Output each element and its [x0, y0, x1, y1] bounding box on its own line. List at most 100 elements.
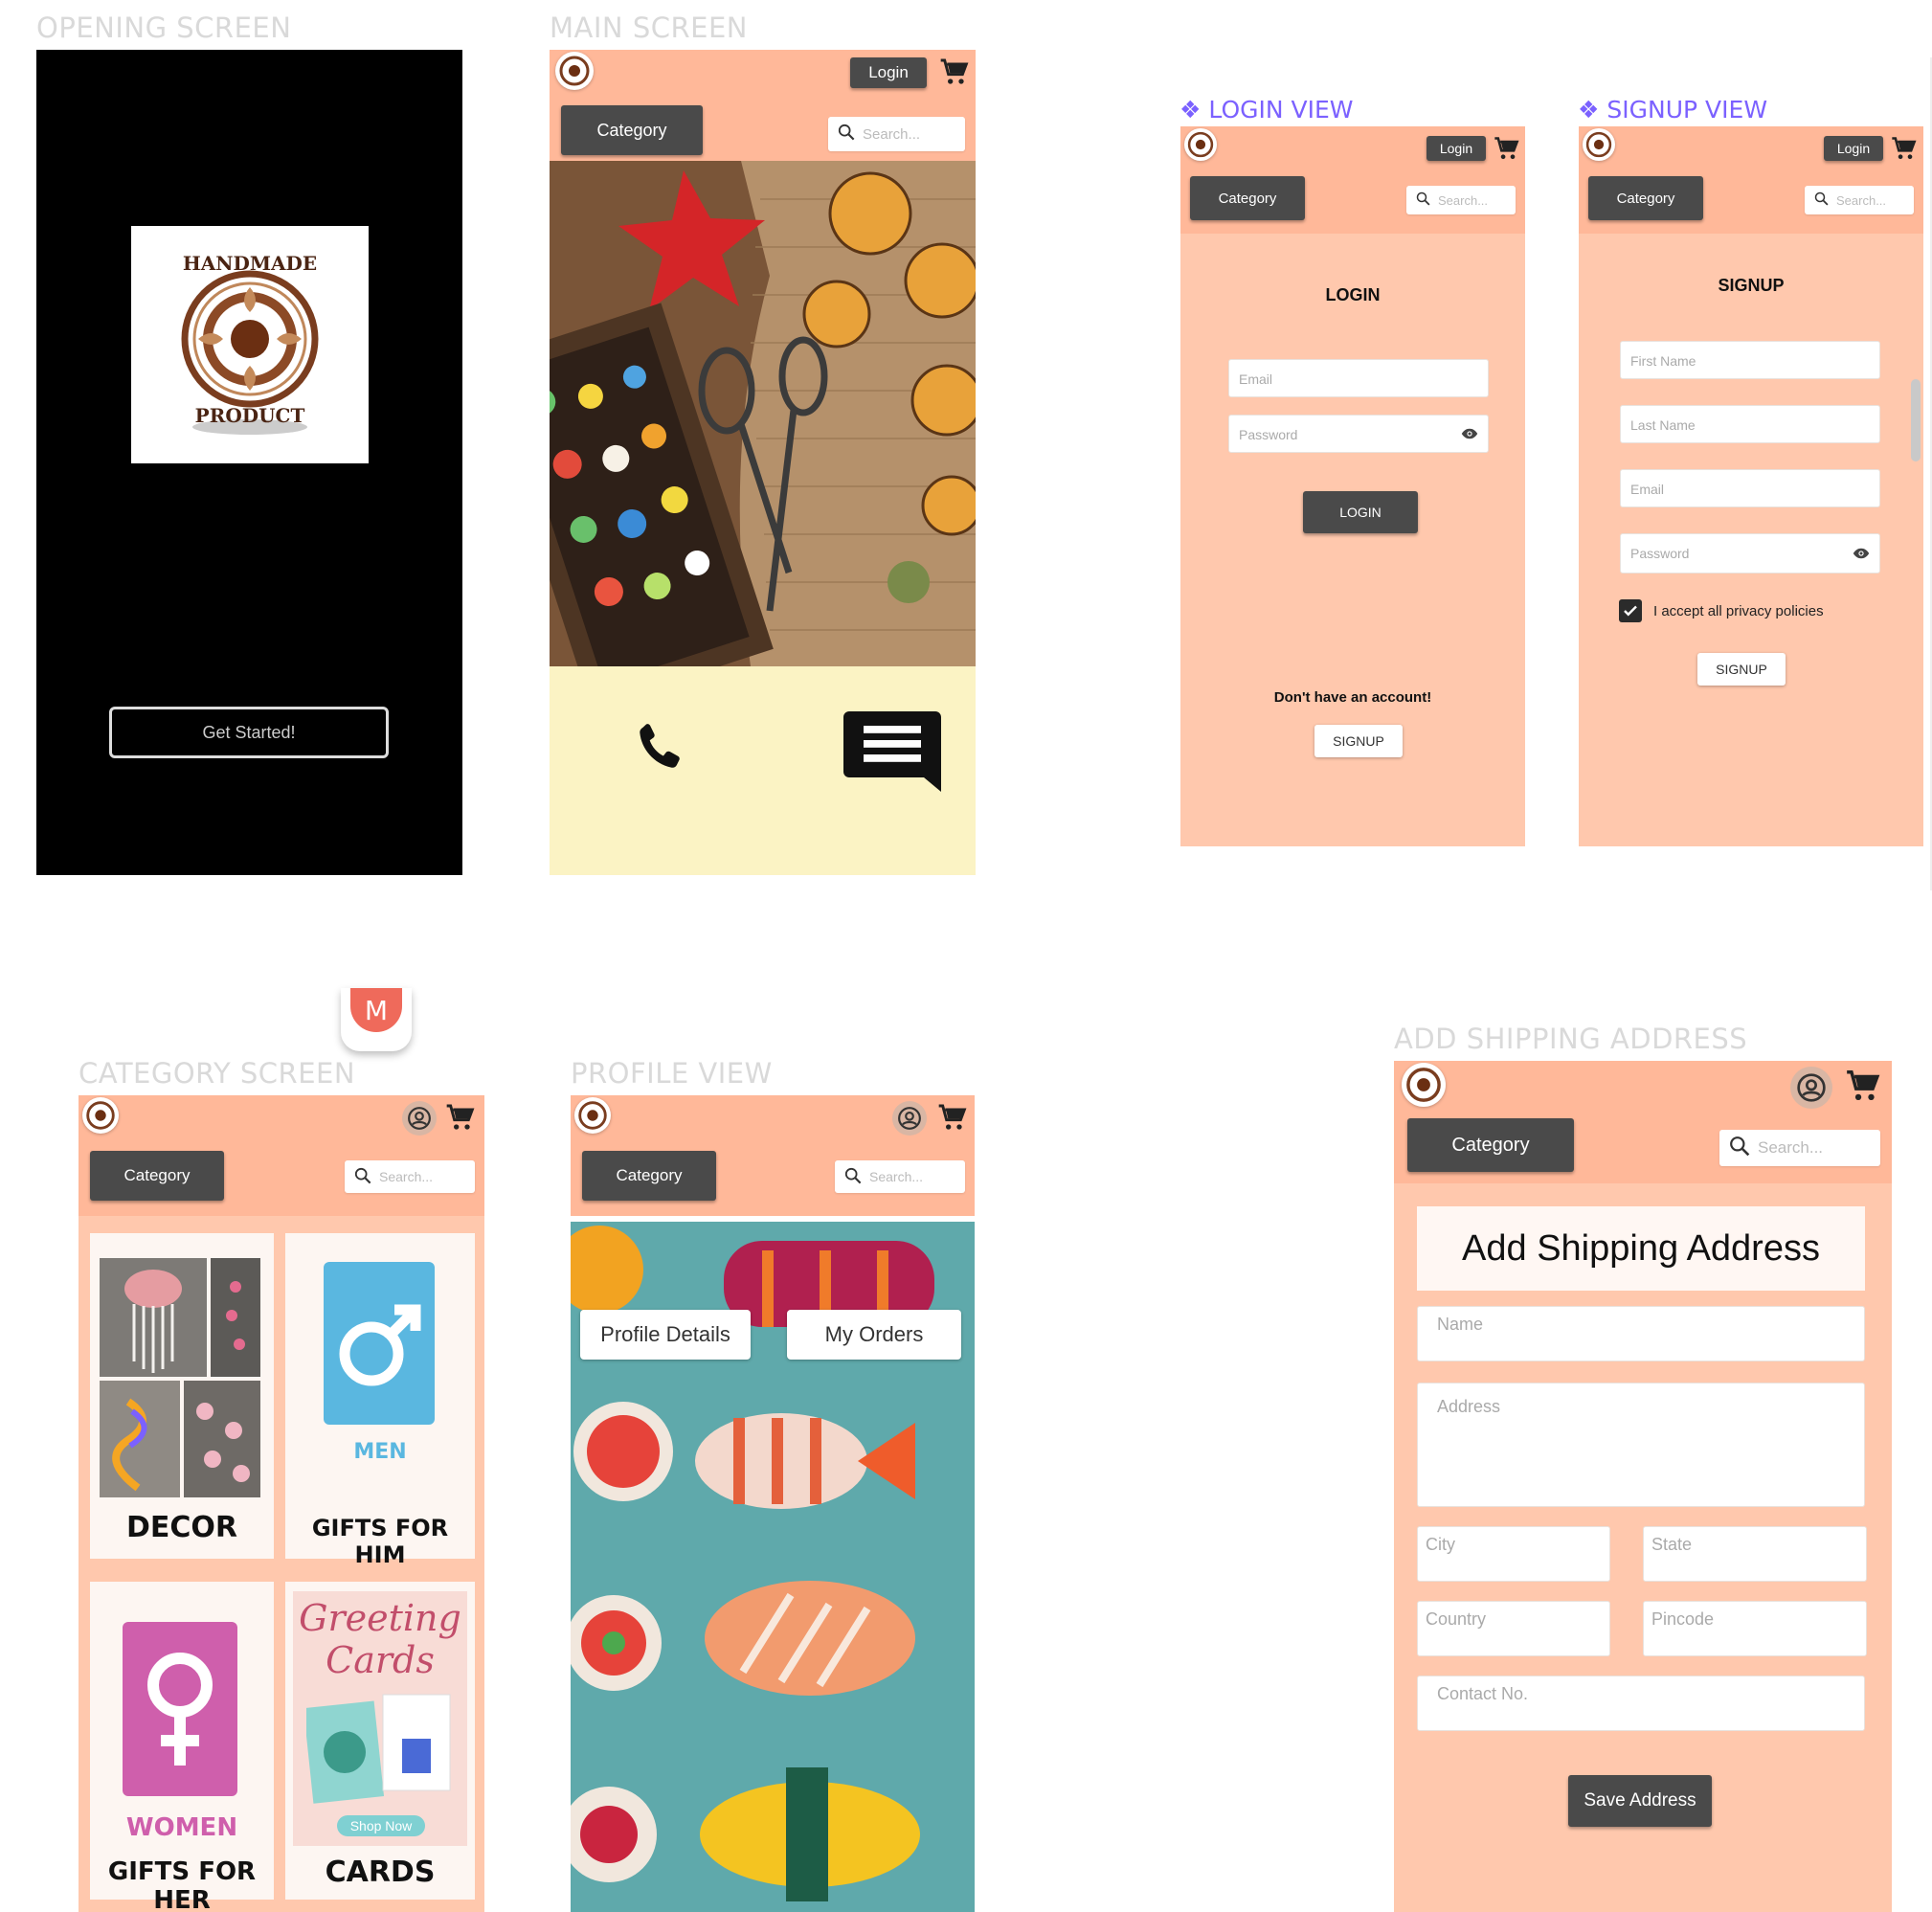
category-button[interactable]: Category	[1588, 176, 1703, 220]
main-screen: Login Category Search...	[550, 50, 976, 875]
cart-icon[interactable]	[444, 1101, 475, 1134]
contact-footer	[550, 666, 976, 875]
search-input[interactable]: Search...	[828, 117, 965, 151]
logo-bottom-text: PRODUCT	[195, 404, 305, 427]
contact-field[interactable]: Contact No.	[1417, 1676, 1865, 1731]
main-screen-label: MAIN SCREEN	[550, 11, 748, 44]
brand-logo: HANDMADE PRODUCT	[131, 226, 369, 463]
app-logo-icon[interactable]	[574, 1097, 611, 1134]
search-input[interactable]: Search...	[1805, 186, 1914, 214]
state-field[interactable]: State	[1643, 1526, 1867, 1582]
password-field[interactable]: Password	[1228, 415, 1489, 453]
message-icon[interactable]	[841, 709, 944, 799]
pincode-field[interactable]: Pincode	[1643, 1601, 1867, 1656]
women-badge	[123, 1622, 237, 1796]
login-button[interactable]: Login	[850, 57, 927, 88]
cart-icon[interactable]	[1890, 134, 1917, 163]
female-symbol-icon	[147, 1653, 213, 1766]
city-field[interactable]: City	[1417, 1526, 1610, 1582]
user-icon[interactable]	[402, 1101, 437, 1136]
privacy-checkbox[interactable]	[1619, 599, 1642, 622]
password-placeholder: Password	[1239, 427, 1298, 442]
category-screen: Category Search... DECOR MEN GIFTS FOR H…	[79, 1095, 484, 1912]
shop-now-button[interactable]: Shop Now	[337, 1815, 425, 1836]
signup-submit-button[interactable]: SIGNUP	[1697, 653, 1786, 686]
first-name-field[interactable]: First Name	[1620, 341, 1880, 379]
email-field[interactable]: Email	[1228, 359, 1489, 397]
search-input[interactable]: Search...	[345, 1160, 475, 1193]
category-screen-label: CATEGORY SCREEN	[79, 1057, 356, 1090]
page-title: Add Shipping Address	[1417, 1206, 1865, 1291]
search-icon	[1814, 191, 1829, 209]
category-button[interactable]: Category	[1190, 176, 1305, 220]
search-input[interactable]: Search...	[835, 1160, 965, 1193]
category-tile-decor[interactable]: DECOR	[90, 1233, 274, 1559]
search-icon	[844, 1167, 862, 1187]
decor-image	[100, 1258, 260, 1497]
scrollbar-thumb[interactable]	[1911, 379, 1921, 461]
category-button[interactable]: Category	[90, 1151, 224, 1201]
app-logo-icon[interactable]	[1583, 128, 1615, 161]
login-button[interactable]: Login	[1427, 136, 1486, 161]
name-field[interactable]: Name	[1417, 1306, 1865, 1361]
last-name-field[interactable]: Last Name	[1620, 405, 1880, 443]
eye-icon[interactable]	[1853, 547, 1870, 563]
tab-profile-details[interactable]: Profile Details	[580, 1310, 751, 1360]
profile-view-label: PROFILE VIEW	[571, 1057, 773, 1090]
phone-icon[interactable]	[630, 710, 689, 790]
male-symbol-icon	[339, 1304, 421, 1386]
cards-illustration	[306, 1694, 451, 1804]
cart-icon[interactable]	[938, 56, 969, 88]
country-field[interactable]: Country	[1417, 1601, 1610, 1656]
search-placeholder: Search...	[1438, 192, 1489, 208]
diamond-icon: ❖	[1578, 96, 1600, 124]
user-icon[interactable]	[1790, 1067, 1832, 1109]
search-input[interactable]: Search...	[1719, 1130, 1880, 1166]
email-field[interactable]: Email	[1620, 469, 1880, 507]
app-logo-icon[interactable]	[555, 52, 594, 90]
avatar: M	[350, 988, 402, 1032]
category-tile-cards[interactable]: Greeting Cards Shop Now CARDS	[285, 1582, 475, 1900]
shipping-screen-label: ADD SHIPPING ADDRESS	[1394, 1023, 1748, 1055]
signup-view-label-text: SIGNUP VIEW	[1606, 96, 1768, 124]
avatar-bubble[interactable]: M	[341, 988, 412, 1051]
no-account-text: Don't have an account!	[1273, 689, 1432, 706]
hero-craft-image	[550, 161, 976, 666]
signup-view-label: ❖ SIGNUP VIEW	[1578, 96, 1767, 124]
search-placeholder: Search...	[863, 125, 921, 143]
login-submit-button[interactable]: LOGIN	[1303, 491, 1418, 533]
get-started-button[interactable]: Get Started!	[109, 707, 389, 758]
user-icon[interactable]	[892, 1101, 927, 1136]
cart-icon[interactable]	[1493, 134, 1519, 163]
password-placeholder: Password	[1630, 546, 1690, 561]
tab-my-orders[interactable]: My Orders	[787, 1310, 961, 1360]
cart-icon[interactable]	[936, 1101, 967, 1134]
save-address-button[interactable]: Save Address	[1568, 1775, 1712, 1827]
women-badge-text: WOMEN	[125, 1813, 238, 1842]
cart-icon[interactable]	[1844, 1067, 1880, 1105]
login-button[interactable]: Login	[1824, 136, 1883, 161]
men-badge	[324, 1262, 435, 1425]
category-button[interactable]: Category	[561, 105, 703, 155]
login-view-label-text: LOGIN VIEW	[1208, 96, 1354, 124]
app-logo-icon[interactable]	[1184, 128, 1217, 161]
app-logo-icon[interactable]	[82, 1097, 119, 1134]
category-tile-label: GIFTS FOR HER	[107, 1857, 257, 1912]
search-icon	[1729, 1136, 1750, 1161]
profile-view: Category Search... Profile Details My Or…	[571, 1095, 975, 1912]
category-tile-gifts-for-him[interactable]: MEN GIFTS FOR HIM	[285, 1233, 475, 1568]
search-icon	[838, 124, 855, 145]
login-view-label: ❖ LOGIN VIEW	[1179, 96, 1354, 124]
craft-supplies-image	[550, 161, 976, 666]
search-input[interactable]: Search...	[1406, 186, 1516, 214]
category-button[interactable]: Category	[582, 1151, 716, 1201]
logo-top-text: HANDMADE	[183, 252, 317, 275]
password-field[interactable]: Password	[1620, 533, 1880, 574]
signup-link-button[interactable]: SIGNUP	[1314, 725, 1403, 757]
category-tile-gifts-for-her[interactable]: WOMEN GIFTS FOR HER	[90, 1582, 274, 1912]
eye-icon[interactable]	[1461, 427, 1478, 443]
address-field[interactable]: Address	[1417, 1383, 1865, 1507]
category-button[interactable]: Category	[1407, 1118, 1574, 1172]
opening-screen: HANDMADE PRODUCT Get Started!	[36, 50, 462, 875]
app-logo-icon[interactable]	[1402, 1063, 1446, 1107]
